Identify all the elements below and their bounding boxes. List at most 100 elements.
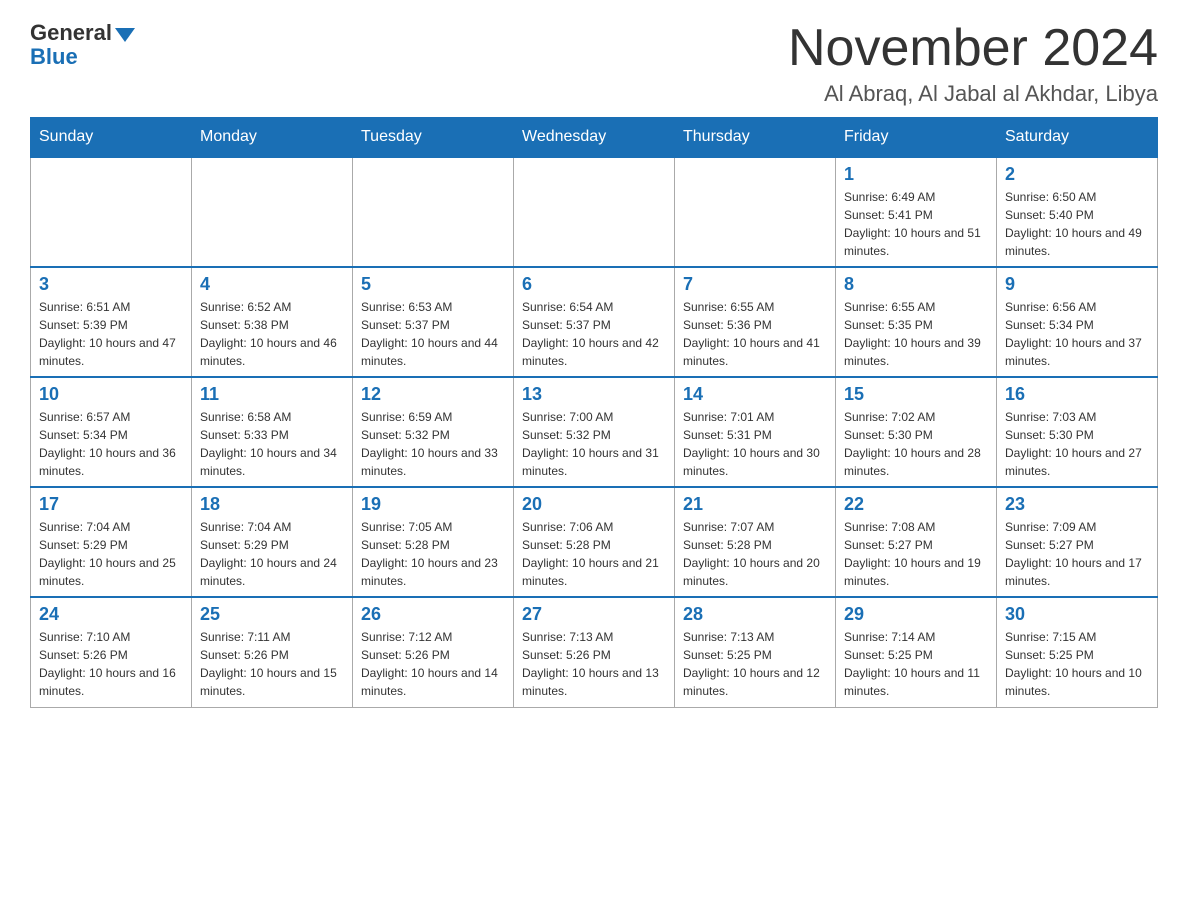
day-number: 12 [361, 384, 505, 405]
calendar-cell: 22 Sunrise: 7:08 AMSunset: 5:27 PMDayligh… [836, 487, 997, 597]
calendar-week-row-5: 24 Sunrise: 7:10 AMSunset: 5:26 PMDayligh… [31, 597, 1158, 707]
day-number: 4 [200, 274, 344, 295]
location-title: Al Abraq, Al Jabal al Akhdar, Libya [788, 81, 1158, 107]
day-info: Sunrise: 6:56 AMSunset: 5:34 PMDaylight:… [1005, 298, 1149, 370]
day-info: Sunrise: 7:01 AMSunset: 5:31 PMDaylight:… [683, 408, 827, 480]
day-number: 5 [361, 274, 505, 295]
day-info: Sunrise: 7:08 AMSunset: 5:27 PMDaylight:… [844, 518, 988, 590]
calendar-header-row: Sunday Monday Tuesday Wednesday Thursday… [31, 118, 1158, 158]
day-info: Sunrise: 7:02 AMSunset: 5:30 PMDaylight:… [844, 408, 988, 480]
calendar-cell: 15Sunrise: 7:02 AMSunset: 5:30 PMDayligh… [836, 377, 997, 487]
calendar-cell: 5Sunrise: 6:53 AMSunset: 5:37 PMDaylight… [353, 267, 514, 377]
day-info: Sunrise: 7:07 AMSunset: 5:28 PMDaylight:… [683, 518, 827, 590]
day-number: 17 [39, 494, 183, 515]
day-info: Sunrise: 7:12 AMSunset: 5:26 PMDaylight:… [361, 628, 505, 700]
day-number: 22 [844, 494, 988, 515]
calendar-week-row-3: 10 Sunrise: 6:57 AMSunset: 5:34 PMDayligh… [31, 377, 1158, 487]
calendar-cell: 26Sunrise: 7:12 AMSunset: 5:26 PMDayligh… [353, 597, 514, 707]
day-info: Sunrise: 7:13 AMSunset: 5:26 PMDaylight:… [522, 628, 666, 700]
day-number: 20 [522, 494, 666, 515]
calendar-cell: 30 Sunrise: 7:15 AMSunset: 5:25 PMDayligh… [997, 597, 1158, 707]
day-info: Sunrise: 7:03 AMSunset: 5:30 PMDaylight:… [1005, 408, 1149, 480]
calendar-cell: 25 Sunrise: 7:11 AMSunset: 5:26 PMDayligh… [192, 597, 353, 707]
day-info: Sunrise: 7:04 AMSunset: 5:29 PMDaylight:… [39, 518, 183, 590]
calendar-cell: 2 Sunrise: 6:50 AMSunset: 5:40 PMDaylight… [997, 157, 1158, 267]
calendar-week-row-1: 1 Sunrise: 6:49 AMSunset: 5:41 PMDaylight… [31, 157, 1158, 267]
calendar-cell: 12 Sunrise: 6:59 AMSunset: 5:32 PMDayligh… [353, 377, 514, 487]
day-number: 19 [361, 494, 505, 515]
day-number: 14 [683, 384, 827, 405]
day-info: Sunrise: 6:50 AMSunset: 5:40 PMDaylight:… [1005, 188, 1149, 260]
header-sunday: Sunday [31, 118, 192, 158]
calendar-cell: 17 Sunrise: 7:04 AMSunset: 5:29 PMDayligh… [31, 487, 192, 597]
logo-blue-label: Blue [30, 44, 78, 70]
day-number: 18 [200, 494, 344, 515]
day-number: 10 [39, 384, 183, 405]
calendar-cell [514, 157, 675, 267]
header-friday: Friday [836, 118, 997, 158]
title-section: November 2024 Al Abraq, Al Jabal al Akhd… [788, 20, 1158, 107]
day-number: 29 [844, 604, 988, 625]
calendar-cell: 16 Sunrise: 7:03 AMSunset: 5:30 PMDayligh… [997, 377, 1158, 487]
calendar-cell: 1 Sunrise: 6:49 AMSunset: 5:41 PMDaylight… [836, 157, 997, 267]
page-header: General Blue November 2024 Al Abraq, Al … [30, 20, 1158, 107]
day-info: Sunrise: 6:54 AMSunset: 5:37 PMDaylight:… [522, 298, 666, 370]
day-number: 30 [1005, 604, 1149, 625]
calendar-cell: 18 Sunrise: 7:04 AMSunset: 5:29 PMDayligh… [192, 487, 353, 597]
logo-general-label: General [30, 20, 112, 46]
day-info: Sunrise: 7:13 AMSunset: 5:25 PMDaylight:… [683, 628, 827, 700]
calendar-cell: 13 Sunrise: 7:00 AMSunset: 5:32 PMDayligh… [514, 377, 675, 487]
day-number: 8 [844, 274, 988, 295]
calendar-cell: 6 Sunrise: 6:54 AMSunset: 5:37 PMDaylight… [514, 267, 675, 377]
day-number: 23 [1005, 494, 1149, 515]
calendar-cell: 7Sunrise: 6:55 AMSunset: 5:36 PMDaylight… [675, 267, 836, 377]
day-info: Sunrise: 7:04 AMSunset: 5:29 PMDaylight:… [200, 518, 344, 590]
day-number: 16 [1005, 384, 1149, 405]
day-info: Sunrise: 7:11 AMSunset: 5:26 PMDaylight:… [200, 628, 344, 700]
calendar-cell [192, 157, 353, 267]
logo-arrow-icon [115, 28, 135, 42]
day-info: Sunrise: 7:06 AMSunset: 5:28 PMDaylight:… [522, 518, 666, 590]
day-number: 6 [522, 274, 666, 295]
calendar-cell [353, 157, 514, 267]
day-number: 9 [1005, 274, 1149, 295]
day-info: Sunrise: 7:00 AMSunset: 5:32 PMDaylight:… [522, 408, 666, 480]
calendar-cell: 11 Sunrise: 6:58 AMSunset: 5:33 PMDayligh… [192, 377, 353, 487]
day-number: 24 [39, 604, 183, 625]
day-info: Sunrise: 7:05 AMSunset: 5:28 PMDaylight:… [361, 518, 505, 590]
calendar-cell: 10 Sunrise: 6:57 AMSunset: 5:34 PMDayligh… [31, 377, 192, 487]
day-info: Sunrise: 7:09 AMSunset: 5:27 PMDaylight:… [1005, 518, 1149, 590]
day-info: Sunrise: 6:59 AMSunset: 5:32 PMDaylight:… [361, 408, 505, 480]
calendar-cell: 4Sunrise: 6:52 AMSunset: 5:38 PMDaylight… [192, 267, 353, 377]
header-wednesday: Wednesday [514, 118, 675, 158]
calendar-cell [31, 157, 192, 267]
calendar-cell: 20 Sunrise: 7:06 AMSunset: 5:28 PMDayligh… [514, 487, 675, 597]
day-info: Sunrise: 7:10 AMSunset: 5:26 PMDaylight:… [39, 628, 183, 700]
calendar-cell: 19 Sunrise: 7:05 AMSunset: 5:28 PMDayligh… [353, 487, 514, 597]
calendar-cell: 28 Sunrise: 7:13 AMSunset: 5:25 PMDayligh… [675, 597, 836, 707]
calendar-cell: 21Sunrise: 7:07 AMSunset: 5:28 PMDayligh… [675, 487, 836, 597]
calendar-week-row-2: 3 Sunrise: 6:51 AMSunset: 5:39 PMDaylight… [31, 267, 1158, 377]
day-info: Sunrise: 6:55 AMSunset: 5:35 PMDaylight:… [844, 298, 988, 370]
header-monday: Monday [192, 118, 353, 158]
day-number: 13 [522, 384, 666, 405]
day-number: 3 [39, 274, 183, 295]
calendar-cell: 9 Sunrise: 6:56 AMSunset: 5:34 PMDaylight… [997, 267, 1158, 377]
logo-general-text: General [30, 20, 135, 46]
day-number: 2 [1005, 164, 1149, 185]
day-info: Sunrise: 7:15 AMSunset: 5:25 PMDaylight:… [1005, 628, 1149, 700]
day-number: 28 [683, 604, 827, 625]
calendar-cell: 27 Sunrise: 7:13 AMSunset: 5:26 PMDayligh… [514, 597, 675, 707]
month-title: November 2024 [788, 20, 1158, 77]
day-number: 1 [844, 164, 988, 185]
day-info: Sunrise: 6:55 AMSunset: 5:36 PMDaylight:… [683, 298, 827, 370]
day-info: Sunrise: 6:51 AMSunset: 5:39 PMDaylight:… [39, 298, 183, 370]
day-info: Sunrise: 6:58 AMSunset: 5:33 PMDaylight:… [200, 408, 344, 480]
calendar-cell: 8 Sunrise: 6:55 AMSunset: 5:35 PMDaylight… [836, 267, 997, 377]
calendar-cell [675, 157, 836, 267]
day-number: 11 [200, 384, 344, 405]
day-info: Sunrise: 6:57 AMSunset: 5:34 PMDaylight:… [39, 408, 183, 480]
day-number: 27 [522, 604, 666, 625]
day-number: 25 [200, 604, 344, 625]
day-info: Sunrise: 6:49 AMSunset: 5:41 PMDaylight:… [844, 188, 988, 260]
